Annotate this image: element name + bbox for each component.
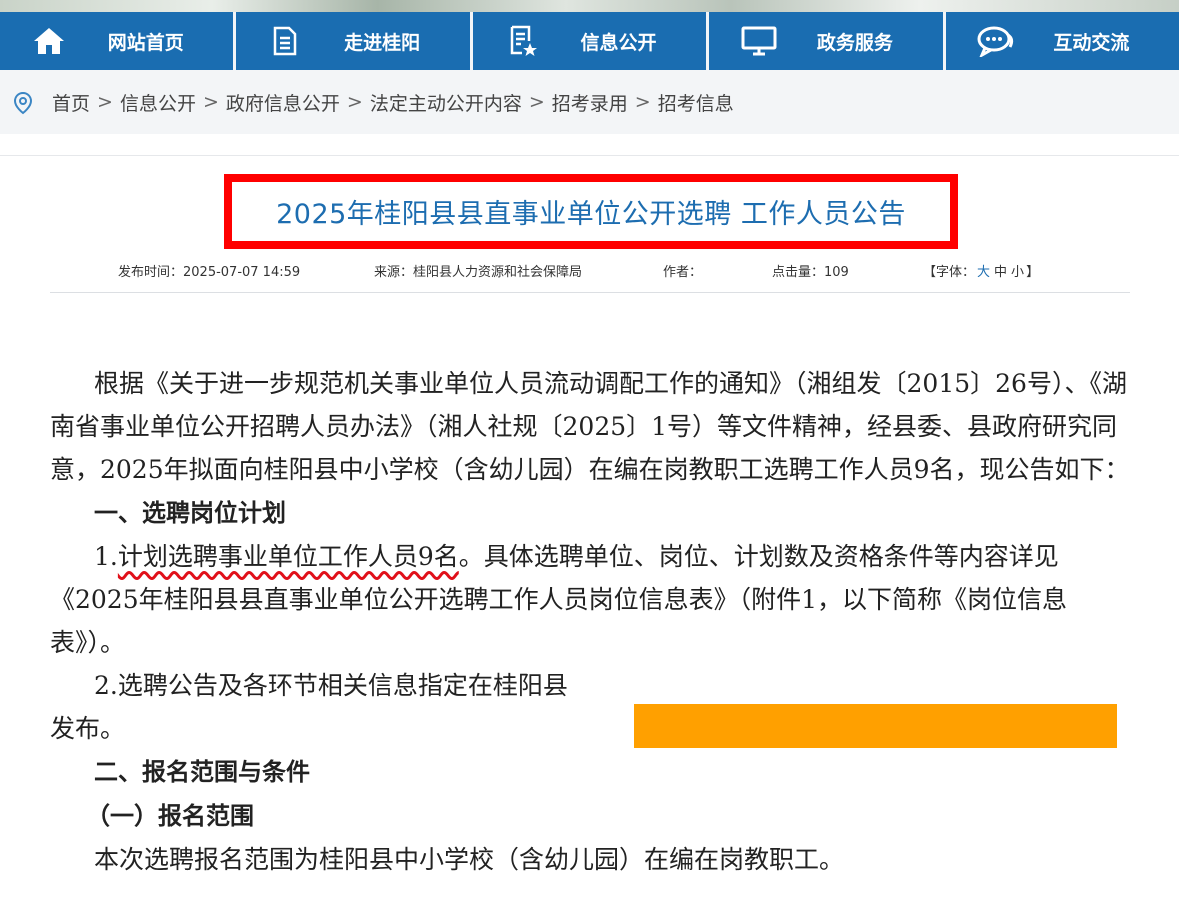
font-size-control: 【字体：大中小】 [923, 261, 1039, 280]
nav-home[interactable]: 网站首页 [0, 12, 233, 70]
monitor-icon [741, 26, 777, 56]
breadcrumb-separator: > [634, 91, 651, 113]
nav-info-open[interactable]: 信息公开 [469, 12, 706, 70]
paragraph-scope: 本次选聘报名范围为桂阳县中小学校（含幼儿园）在编在岗教职工。 [94, 845, 845, 874]
home-icon [32, 26, 66, 56]
breadcrumb-statutory[interactable]: 法定主动公开内容 [370, 89, 522, 116]
author: 作者： [663, 265, 703, 280]
section-heading-positions: 一、选聘岗位计划 [94, 499, 286, 527]
main-nav: 网站首页 走进桂阳 信息公开 政务服务 互动交流 [0, 12, 1179, 70]
divider [50, 292, 1130, 293]
location-pin-icon [12, 91, 34, 115]
font-size-label-end: 】 [1026, 265, 1040, 280]
title-highlight-box: 2025年桂阳县县直事业单位公开选聘 工作人员公告 [224, 174, 958, 249]
publish-time: 发布时间：2025-07-07 14:59 [118, 265, 301, 280]
breadcrumb-separator: > [202, 91, 219, 113]
paragraph-plan: 1.计划选聘事业单位工作人员9名。具体选聘单位、岗位、计划数及资格条件等内容详见… [50, 535, 1132, 664]
highlighted-plan-text: 计划选聘事业单位工作人员9名 [117, 542, 459, 571]
nav-services-label: 政务服务 [816, 31, 893, 54]
document-icon [272, 26, 298, 56]
nav-home-label: 网站首页 [107, 31, 184, 54]
header-banner-strip [0, 0, 1179, 12]
font-medium-button[interactable]: 中 [994, 265, 1007, 280]
font-large-button[interactable]: 大 [977, 265, 990, 280]
section-heading-eligibility: 二、报名范围与条件 [94, 758, 310, 786]
font-small-button[interactable]: 小 [1011, 265, 1024, 280]
breadcrumb-gov-info[interactable]: 政府信息公开 [226, 89, 340, 116]
source: 来源：桂阳县人力资源和社会保障局 [374, 265, 583, 280]
page-title: 2025年桂阳县县直事业单位公开选聘 工作人员公告 [276, 199, 906, 230]
breadcrumb-separator: > [346, 91, 363, 113]
nav-interaction-label: 互动交流 [1053, 31, 1130, 54]
nav-interaction[interactable]: 互动交流 [942, 12, 1179, 70]
paragraph-publish-location: 2.选聘公告及各环节相关信息指定在桂阳县 [94, 671, 568, 700]
breadcrumb-exam-info[interactable]: 招考信息 [658, 89, 734, 116]
article-body: 根据《关于进一步规范机关事业单位人员流动调配工作的通知》（湘组发〔2015〕26… [50, 362, 1132, 881]
breadcrumb: 首页 > 信息公开 > 政府信息公开 > 法定主动公开内容 > 招考录用 > 招… [0, 70, 1179, 134]
chat-icon [976, 25, 1016, 57]
plan-item-number: 1. [94, 542, 118, 571]
breadcrumb-recruitment[interactable]: 招考录用 [552, 89, 628, 116]
article-meta: 发布时间：2025-07-07 14:59 来源：桂阳县人力资源和社会保障局 作… [0, 258, 1179, 280]
redaction-block [634, 704, 1117, 748]
font-size-label: 【字体： [923, 265, 976, 280]
nav-about-label: 走进桂阳 [344, 31, 421, 54]
nav-info-open-label: 信息公开 [580, 31, 657, 54]
document-star-icon [509, 25, 539, 57]
click-count: 点击量：109 [772, 265, 849, 280]
paragraph-intro: 根据《关于进一步规范机关事业单位人员流动调配工作的通知》（湘组发〔2015〕26… [50, 369, 1130, 484]
breadcrumb-separator: > [97, 91, 113, 113]
breadcrumb-separator: > [528, 91, 545, 113]
subsection-heading-scope: （一）报名范围 [86, 802, 254, 830]
nav-services[interactable]: 政务服务 [706, 12, 942, 70]
breadcrumb-info-open[interactable]: 信息公开 [120, 89, 196, 116]
divider [0, 155, 1179, 156]
breadcrumb-home[interactable]: 首页 [52, 89, 90, 116]
nav-about[interactable]: 走进桂阳 [233, 12, 469, 70]
